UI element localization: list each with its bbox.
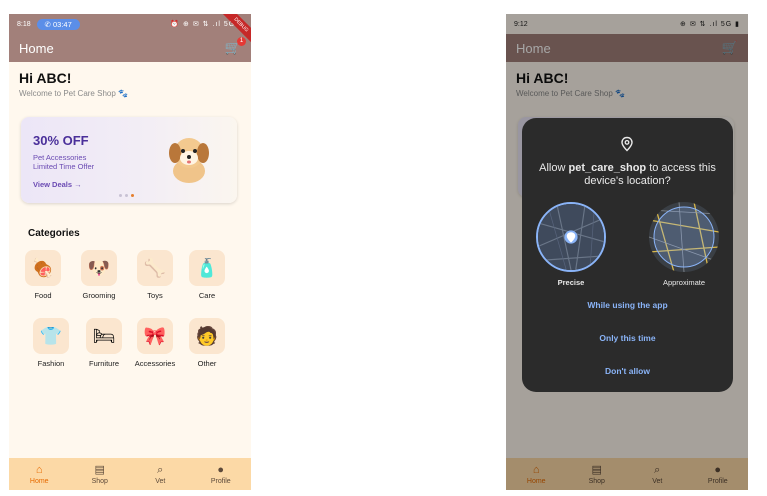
nav-vet[interactable]: ⌕ Vet [140,464,180,485]
status-time: 8:18 [17,20,31,28]
category-label: Toys [147,291,163,300]
search-icon: ⌕ [157,463,164,476]
nav-label: Shop [91,477,108,485]
category-label: Food [34,291,52,300]
dialog-title: Allow pet_care_shop to access this devic… [534,162,721,188]
category-accessories[interactable]: 🎀 Accessories [131,318,179,368]
fashion-icon: 👕 [33,318,69,354]
other-icon: 🧑 [189,318,225,354]
only-this-time-button[interactable]: Only this time [522,333,733,343]
nav-label: Home [29,477,49,485]
nav-label: Vet [155,477,166,485]
categories-heading: Categories [28,228,80,239]
furniture-icon: 🛏 [86,318,122,354]
category-toys[interactable]: 🦴 Toys [131,250,179,300]
precise-map-option[interactable] [536,202,606,272]
category-other[interactable]: 🧑 Other [183,318,231,368]
cart-badge: 1 [237,37,246,46]
category-label: Care [198,291,216,300]
precise-label: Precise [557,278,585,287]
status-bar: 8:18 ✆ 03:47 ⏰ ⊕ ✉ ⇅ .ıl 5G ▮ [9,14,251,34]
accessories-icon: 🎀 [137,318,173,354]
app-bar: Home 🛒 1 [9,34,251,62]
carousel-dot-active[interactable] [131,194,134,197]
toys-icon: 🦴 [137,250,173,286]
home-icon: ⌂ [35,463,43,476]
approximate-map-option[interactable] [649,202,719,272]
location-permission-screen: 9:12 ⊕ ✉ ⇅ .ıl 5G ▮ Home 🛒 Hi ABC! Welco… [506,14,748,490]
category-label: Fashion [37,359,65,368]
care-icon: 🧴 [189,250,225,286]
greeting-subtitle: Welcome to Pet Care Shop 🐾 [19,89,128,98]
carousel-dot[interactable] [125,194,128,197]
dont-allow-button[interactable]: Don't allow [522,366,733,376]
shop-icon: ▤ [94,463,105,476]
bottom-navigation: ⌂ Home ▤ Shop ⌕ Vet ● Profile [9,458,251,490]
greeting: Hi ABC! Welcome to Pet Care Shop 🐾 [19,70,128,98]
category-fashion[interactable]: 👕 Fashion [27,318,75,368]
category-furniture[interactable]: 🛏 Furniture [80,318,128,368]
carousel-dots[interactable] [119,194,134,197]
promo-discount: 30% OFF [33,133,89,148]
while-using-app-button[interactable]: While using the app [522,300,733,310]
approximate-label: Approximate [662,278,706,287]
nav-profile[interactable]: ● Profile [201,464,241,485]
dialog-title-pre: Allow [539,162,569,174]
puppy-illustration [169,138,209,183]
location-pin-icon [621,136,633,152]
location-permission-dialog: Allow pet_care_shop to access this devic… [522,118,733,392]
category-care[interactable]: 🧴 Care [183,250,231,300]
category-label: Grooming [82,291,116,300]
app-name: pet_care_shop [568,162,647,174]
call-pill[interactable]: ✆ 03:47 [36,18,80,30]
promo-line-1: Pet Accessories [33,153,87,162]
nav-label: Profile [210,477,231,485]
category-label: Furniture [88,359,119,368]
home-screen: 8:18 ✆ 03:47 ⏰ ⊕ ✉ ⇅ .ıl 5G ▮ Home 🛒 1 D… [9,14,251,490]
view-deals-link[interactable]: View Deals → [33,180,82,189]
category-food[interactable]: 🍖 Food [19,250,67,300]
call-timer: 03:47 [53,19,72,29]
category-label: Other [197,359,217,368]
page-title: Home [19,40,54,56]
profile-icon: ● [217,463,225,476]
food-icon: 🍖 [25,250,61,286]
category-grooming[interactable]: 🐶 Grooming [75,250,123,300]
category-label: Accessories [134,359,176,368]
cart-button[interactable]: 🛒 1 [225,37,246,56]
nav-shop[interactable]: ▤ Shop [80,464,120,485]
nav-home[interactable]: ⌂ Home [19,464,59,485]
carousel-dot[interactable] [119,194,122,197]
promo-banner[interactable]: 30% OFF Pet Accessories Limited Time Off… [21,117,237,203]
promo-line-2: Limited Time Offer [33,162,95,171]
greeting-title: Hi ABC! [19,70,72,86]
grooming-icon: 🐶 [81,250,117,286]
